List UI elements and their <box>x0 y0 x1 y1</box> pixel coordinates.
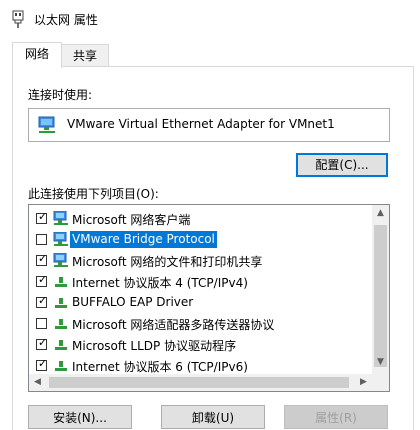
horizontal-scroll-thumb[interactable] <box>49 377 349 388</box>
network-adapter-icon <box>38 116 55 133</box>
scroll-left-icon[interactable]: ◀ <box>29 377 46 387</box>
item-checkbox[interactable]: ✓ <box>36 336 48 350</box>
item-label: VMware Bridge Protocol <box>70 231 217 248</box>
item-checkbox[interactable]: ✓ <box>36 357 48 371</box>
protocol-icon <box>53 295 69 309</box>
components-list[interactable]: ✓ Microsoft 网络客户端 VMware Bridge Protocol ✓ M… <box>28 204 390 392</box>
protocol-icon <box>53 337 69 351</box>
item-checkbox[interactable]: ✓ <box>36 294 48 308</box>
uninstall-button[interactable]: 卸载(U) <box>161 405 265 429</box>
scrollbar-corner <box>372 374 389 391</box>
scroll-down-icon[interactable]: ▼ <box>372 357 389 367</box>
item-checkbox[interactable] <box>36 234 47 245</box>
scroll-up-icon[interactable]: ▲ <box>372 208 389 218</box>
item-label: Microsoft 网络适配器多路传送器协议 <box>72 318 275 332</box>
properties-button[interactable]: 属性(R) <box>284 405 388 429</box>
horizontal-scrollbar[interactable]: ◀ ▶ <box>29 374 372 391</box>
list-item[interactable]: ✓ Internet 协议版本 6 (TCP/IPv6) <box>29 355 371 376</box>
item-checkbox[interactable] <box>36 318 47 329</box>
vertical-scroll-thumb[interactable] <box>374 225 387 367</box>
protocol-icon <box>53 358 69 372</box>
list-item[interactable]: ✓ Internet 协议版本 4 (TCP/IPv4) <box>29 271 371 292</box>
checkmark-icon: ✓ <box>38 252 48 265</box>
list-item[interactable]: ✓ Microsoft LLDP 协议驱动程序 <box>29 334 371 355</box>
checkmark-icon: ✓ <box>38 357 48 370</box>
scroll-right-icon[interactable]: ▶ <box>355 377 372 387</box>
checkmark-icon: ✓ <box>38 294 48 307</box>
list-item[interactable]: ✓ Microsoft 网络的文件和打印机共享 <box>29 250 371 271</box>
tab-network[interactable]: 网络 <box>12 42 62 68</box>
adapter-name-box: VMware Virtual Ethernet Adapter for VMne… <box>28 108 390 142</box>
protocol-icon <box>53 274 69 288</box>
configure-button[interactable]: 配置(C)... <box>296 153 388 177</box>
checkmark-icon: ✓ <box>38 273 48 286</box>
tab-sharing[interactable]: 共享 <box>61 44 109 67</box>
item-label: Internet 协议版本 6 (TCP/IPv6) <box>72 360 248 374</box>
list-item[interactable]: Microsoft 网络适配器多路传送器协议 <box>29 313 371 334</box>
vertical-scrollbar[interactable]: ▲ ▼ <box>372 205 389 391</box>
tab-strip: 网络 共享 <box>0 40 420 68</box>
install-button[interactable]: 安装(N)... <box>28 405 132 429</box>
network-service-icon <box>53 252 69 267</box>
adapter-name: VMware Virtual Ethernet Adapter for VMne… <box>67 117 335 131</box>
network-client-icon <box>53 210 69 225</box>
window-title: 以太网 属性 <box>34 13 98 27</box>
item-label: Microsoft LLDP 协议驱动程序 <box>72 339 237 353</box>
checkmark-icon: ✓ <box>38 336 48 349</box>
network-adapter-icon <box>12 10 24 28</box>
checkmark-icon: ✓ <box>38 210 48 223</box>
list-item[interactable]: VMware Bridge Protocol <box>29 229 371 250</box>
item-label: Microsoft 网络客户端 <box>72 213 191 227</box>
title-bar[interactable]: 以太网 属性 <box>0 0 420 38</box>
item-checkbox[interactable]: ✓ <box>36 252 48 266</box>
item-checkbox[interactable]: ✓ <box>36 210 48 224</box>
connect-using-label: 连接时使用: <box>28 88 93 102</box>
item-label: Internet 协议版本 4 (TCP/IPv4) <box>72 276 248 290</box>
list-item[interactable]: ✓ Microsoft 网络客户端 <box>29 208 371 229</box>
item-label: Microsoft 网络的文件和打印机共享 <box>72 255 263 269</box>
items-section-label: 此连接使用下列项目(O): <box>28 187 159 201</box>
protocol-icon <box>53 316 69 330</box>
network-service-icon <box>53 231 69 246</box>
list-item[interactable]: ✓ BUFFALO EAP Driver <box>29 292 371 313</box>
item-checkbox[interactable]: ✓ <box>36 273 48 287</box>
item-label: BUFFALO EAP Driver <box>72 295 194 309</box>
